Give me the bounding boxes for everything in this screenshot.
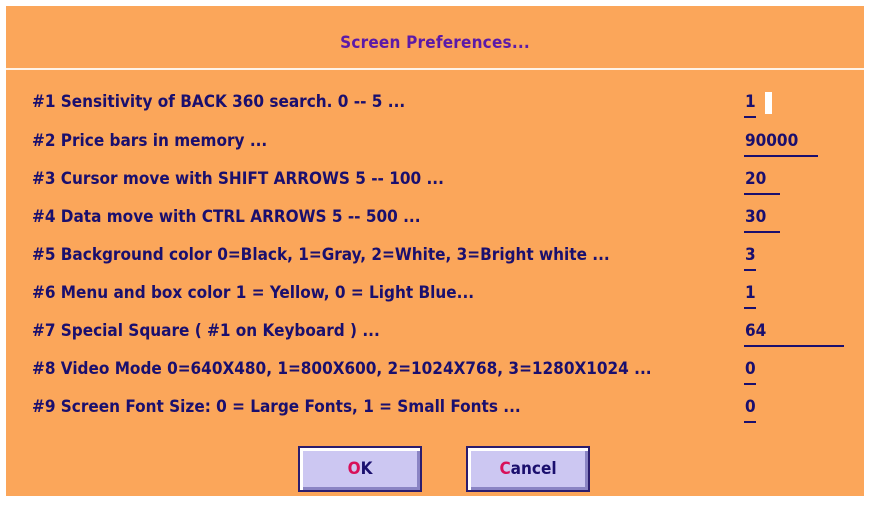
pref-field-3-underline [744, 193, 780, 195]
ok-button[interactable]: OK [298, 446, 422, 492]
pref-value-2[interactable]: 90000 [745, 127, 798, 155]
pref-field-5-underline [744, 269, 756, 271]
pref-value-3[interactable]: 20 [745, 165, 766, 193]
screen-preferences-dialog: Screen Preferences... #1 Sensitivity of … [6, 6, 864, 496]
pref-label-8: #8 Video Mode 0=640X480, 1=800X600, 2=10… [32, 359, 652, 379]
pref-value-5[interactable]: 3 [745, 241, 756, 269]
pref-row-2: #2 Price bars in memory ... 90000 [32, 127, 852, 157]
pref-label-3: #3 Cursor move with SHIFT ARROWS 5 -- 10… [32, 169, 444, 189]
text-cursor [765, 92, 772, 114]
pref-row-9: #9 Screen Font Size: 0 = Large Fonts, 1 … [32, 393, 852, 423]
pref-row-7: #7 Special Square ( #1 on Keyboard ) ...… [32, 317, 852, 347]
pref-row-8: #8 Video Mode 0=640X480, 1=800X600, 2=10… [32, 355, 852, 385]
pref-field-1-underline [744, 116, 756, 118]
pref-field-2-underline [744, 155, 818, 157]
ok-hotkey: O [347, 459, 361, 479]
pref-label-5: #5 Background color 0=Black, 1=Gray, 2=W… [32, 245, 610, 265]
pref-value-6[interactable]: 1 [745, 279, 756, 307]
pref-label-4: #4 Data move with CTRL ARROWS 5 -- 500 .… [32, 207, 421, 227]
pref-value-7[interactable]: 64 [745, 317, 766, 345]
pref-label-9: #9 Screen Font Size: 0 = Large Fonts, 1 … [32, 397, 521, 417]
pref-row-5: #5 Background color 0=Black, 1=Gray, 2=W… [32, 241, 852, 271]
pref-label-2: #2 Price bars in memory ... [32, 131, 268, 151]
pref-label-1: #1 Sensitivity of BACK 360 search. 0 -- … [32, 92, 406, 112]
pref-field-4-underline [744, 231, 780, 233]
pref-label-7: #7 Special Square ( #1 on Keyboard ) ... [32, 321, 380, 341]
cancel-button[interactable]: Cancel [466, 446, 590, 492]
pref-field-8-underline [744, 383, 756, 385]
pref-row-3: #3 Cursor move with SHIFT ARROWS 5 -- 10… [32, 165, 852, 195]
pref-value-4[interactable]: 30 [745, 203, 766, 231]
pref-field-6-underline [744, 307, 756, 309]
pref-value-9[interactable]: 0 [745, 393, 756, 421]
ok-label: K [360, 459, 373, 479]
pref-row-6: #6 Menu and box color 1 = Yellow, 0 = Li… [32, 279, 852, 309]
pref-row-1: #1 Sensitivity of BACK 360 search. 0 -- … [32, 88, 852, 118]
pref-label-6: #6 Menu and box color 1 = Yellow, 0 = Li… [32, 283, 475, 303]
cancel-label: ancel [510, 459, 557, 479]
pref-field-7-underline [744, 345, 844, 347]
cancel-hotkey: C [499, 459, 511, 479]
pref-row-4: #4 Data move with CTRL ARROWS 5 -- 500 .… [32, 203, 852, 233]
pref-value-8[interactable]: 0 [745, 355, 756, 383]
dialog-title: Screen Preferences... [340, 33, 530, 53]
title-separator [6, 68, 864, 70]
pref-value-1[interactable]: 1 [745, 88, 756, 116]
pref-field-9-underline [744, 421, 756, 423]
